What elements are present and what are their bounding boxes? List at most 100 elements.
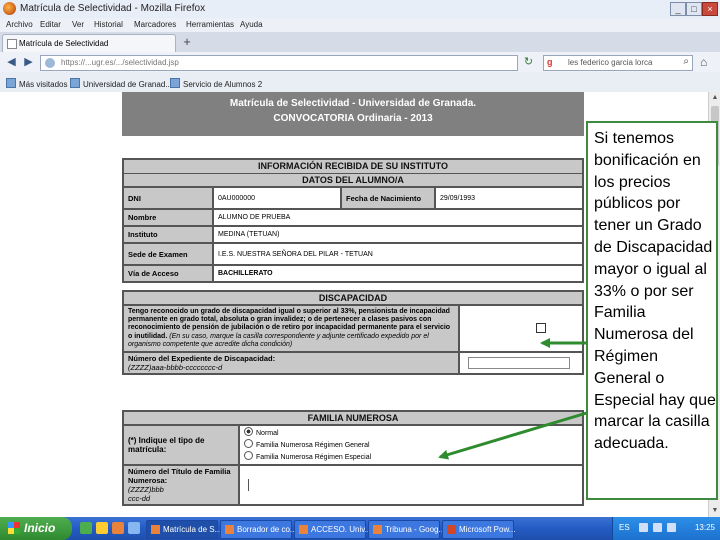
quicklaunch-icon-1[interactable] bbox=[80, 522, 92, 534]
family-option-general[interactable]: Familia Numerosa Régimen General bbox=[244, 439, 578, 451]
firefox-logo-icon bbox=[3, 2, 16, 15]
start-label: Inicio bbox=[24, 521, 56, 535]
disability-file-format: (ZZZZ)aaa-bbbb-cccccccc-d bbox=[128, 363, 223, 373]
birth-value: 29/09/1993 bbox=[434, 186, 584, 210]
disability-file-cell bbox=[458, 351, 584, 376]
volume-icon[interactable] bbox=[667, 523, 676, 532]
taskbar-button-borrador[interactable]: Borrador de co... bbox=[220, 520, 297, 539]
language-indicator[interactable]: ES bbox=[619, 523, 630, 532]
url-text: https://...ugr.es/.../selectividad.jsp bbox=[61, 58, 179, 67]
family-option-normal[interactable]: Normal bbox=[244, 427, 578, 439]
menu-historial[interactable]: Historial bbox=[94, 20, 123, 29]
radio-general[interactable] bbox=[244, 439, 253, 448]
quicklaunch-icon-3[interactable] bbox=[112, 522, 124, 534]
tray-icon-2[interactable] bbox=[653, 523, 662, 532]
menu-ayuda[interactable]: Ayuda bbox=[240, 20, 263, 29]
large-family-section-title: FAMILIA NUMEROSA bbox=[122, 410, 584, 424]
family-title-input[interactable] bbox=[248, 479, 251, 491]
access-label: Vía de Acceso bbox=[122, 264, 214, 283]
firefox-icon bbox=[225, 525, 234, 534]
reload-icon[interactable]: ↻ bbox=[521, 55, 536, 70]
firefox-icon bbox=[151, 525, 160, 534]
menu-ver[interactable]: Ver bbox=[72, 20, 84, 29]
family-option-special[interactable]: Familia Numerosa Régimen Especial bbox=[244, 451, 578, 463]
start-button[interactable]: Inicio bbox=[0, 517, 72, 540]
window-titlebar: Matrícula de Selectividad - Mozilla Fire… bbox=[0, 0, 720, 19]
scroll-up-arrow-icon[interactable]: ▲ bbox=[709, 92, 720, 104]
system-tray: ES 13:25 bbox=[612, 517, 720, 540]
family-title-format: (ZZZZ)bbb ccc-dd bbox=[128, 485, 164, 503]
taskbar-button-acceso[interactable]: ACCESO. Univ... bbox=[294, 520, 371, 539]
powerpoint-icon bbox=[447, 525, 456, 534]
system-clock[interactable]: 13:25 bbox=[695, 523, 715, 532]
info-section-title: INFORMACIÓN RECIBIDA DE SU INSTITUTO bbox=[122, 158, 584, 173]
radio-normal[interactable] bbox=[244, 427, 253, 436]
tab-matricula[interactable]: Matrícula de Selectividad bbox=[2, 34, 176, 52]
menu-editar[interactable]: Editar bbox=[40, 20, 61, 29]
tray-icon-1[interactable] bbox=[639, 523, 648, 532]
header-title: Matrícula de Selectividad - Universidad … bbox=[229, 98, 477, 109]
menu-marcadores[interactable]: Marcadores bbox=[134, 20, 176, 29]
bookmarks-toolbar: Más visitados Universidad de Granad... S… bbox=[0, 72, 720, 93]
search-box[interactable]: g les federico garcia lorca ⌕ bbox=[543, 55, 693, 71]
disability-file-label-cell: Número del Expediente de Discapacidad: (… bbox=[122, 351, 460, 376]
back-arrow-icon[interactable]: ◀ bbox=[4, 55, 19, 70]
maximize-button[interactable]: □ bbox=[686, 2, 702, 16]
close-button[interactable]: × bbox=[702, 2, 718, 16]
disability-file-input[interactable] bbox=[468, 357, 570, 370]
name-value: ALUMNO DE PRUEBA bbox=[212, 208, 584, 227]
bookmark-icon bbox=[6, 78, 16, 88]
new-tab-plus-icon[interactable]: + bbox=[180, 35, 194, 49]
bookmark-mas-visitados[interactable]: Más visitados bbox=[6, 78, 67, 89]
page-favicon-icon bbox=[7, 39, 17, 49]
url-bar[interactable]: https://...ugr.es/.../selectividad.jsp bbox=[40, 55, 518, 71]
dni-label: DNI bbox=[122, 186, 214, 210]
menu-archivo[interactable]: Archivo bbox=[6, 20, 33, 29]
annotation-callout: Si tenemos bonificación en los precios p… bbox=[586, 121, 718, 500]
forward-arrow-icon[interactable]: ▶ bbox=[21, 55, 36, 70]
firefox-icon bbox=[373, 525, 382, 534]
student-table: DNI 0AU000000 Fecha de Nacimiento 29/09/… bbox=[122, 186, 584, 283]
bookmark-icon bbox=[70, 78, 80, 88]
bookmark-servicio-alumnos[interactable]: Servicio de Alumnos 2 bbox=[170, 78, 262, 89]
family-title-cell bbox=[238, 464, 584, 506]
taskbar-button-powerpoint[interactable]: Microsoft Pow... bbox=[442, 520, 515, 539]
firefox-icon bbox=[299, 525, 308, 534]
large-family-section: FAMILIA NUMEROSA (*) Indique el tipo de … bbox=[122, 410, 584, 506]
family-type-label: (*) Indique el tipo de matrícula: bbox=[122, 424, 240, 466]
menu-bar: Archivo Editar Ver Historial Marcadores … bbox=[0, 18, 720, 32]
access-value: BACHILLERATO bbox=[212, 264, 584, 283]
taskbar-button-matricula[interactable]: Matrícula de S... bbox=[146, 520, 221, 539]
home-icon[interactable]: ⌂ bbox=[700, 55, 707, 69]
page-header: Matrícula de Selectividad - Universidad … bbox=[122, 92, 584, 136]
disability-table: Tengo reconocido un grado de discapacida… bbox=[122, 303, 584, 376]
quicklaunch-icon-4[interactable] bbox=[128, 522, 140, 534]
scroll-down-arrow-icon[interactable]: ▼ bbox=[709, 505, 720, 517]
disability-section-title: DISCAPACIDAD bbox=[122, 290, 584, 304]
search-icon[interactable]: ⌕ bbox=[683, 56, 689, 67]
radio-special[interactable] bbox=[244, 451, 253, 460]
bookmark-universidad[interactable]: Universidad de Granad... bbox=[70, 78, 172, 89]
disability-file-label: Número del Expediente de Discapacidad: bbox=[128, 354, 276, 364]
quicklaunch-icon-2[interactable] bbox=[96, 522, 108, 534]
disability-section: DISCAPACIDAD Tengo reconocido un grado d… bbox=[122, 290, 584, 376]
birth-label: Fecha de Nacimiento bbox=[340, 186, 436, 210]
windows-taskbar: Inicio Matrícula de S... Borrador de co.… bbox=[0, 517, 720, 540]
large-family-table: (*) Indique el tipo de matrícula: Normal… bbox=[122, 424, 584, 506]
google-engine-icon[interactable]: g bbox=[547, 57, 553, 67]
menu-herramientas[interactable]: Herramientas bbox=[186, 20, 234, 29]
disability-note: (En su caso, marque la casilla correspon… bbox=[128, 332, 429, 348]
student-info-section: INFORMACIÓN RECIBIDA DE SU INSTITUTO DAT… bbox=[122, 158, 584, 283]
windows-flag-icon bbox=[8, 522, 20, 534]
dni-value: 0AU000000 bbox=[212, 186, 342, 210]
navigation-bar: ◀ ▶ https://...ugr.es/.../selectividad.j… bbox=[0, 52, 720, 72]
minimize-button[interactable]: _ bbox=[670, 2, 686, 16]
disability-checkbox-cell bbox=[458, 303, 584, 354]
exam-site-label: Sede de Examen bbox=[122, 242, 214, 266]
tab-bar: Matrícula de Selectividad + bbox=[0, 32, 720, 53]
taskbar-button-tribuna[interactable]: Tribuna - Goog... bbox=[368, 520, 445, 539]
disability-checkbox[interactable] bbox=[536, 322, 546, 333]
tab-label: Matrícula de Selectividad bbox=[19, 39, 109, 48]
site-identity-icon[interactable] bbox=[45, 58, 55, 68]
family-title-label-cell: Número del Título de Familia Numerosa: (… bbox=[122, 464, 240, 506]
